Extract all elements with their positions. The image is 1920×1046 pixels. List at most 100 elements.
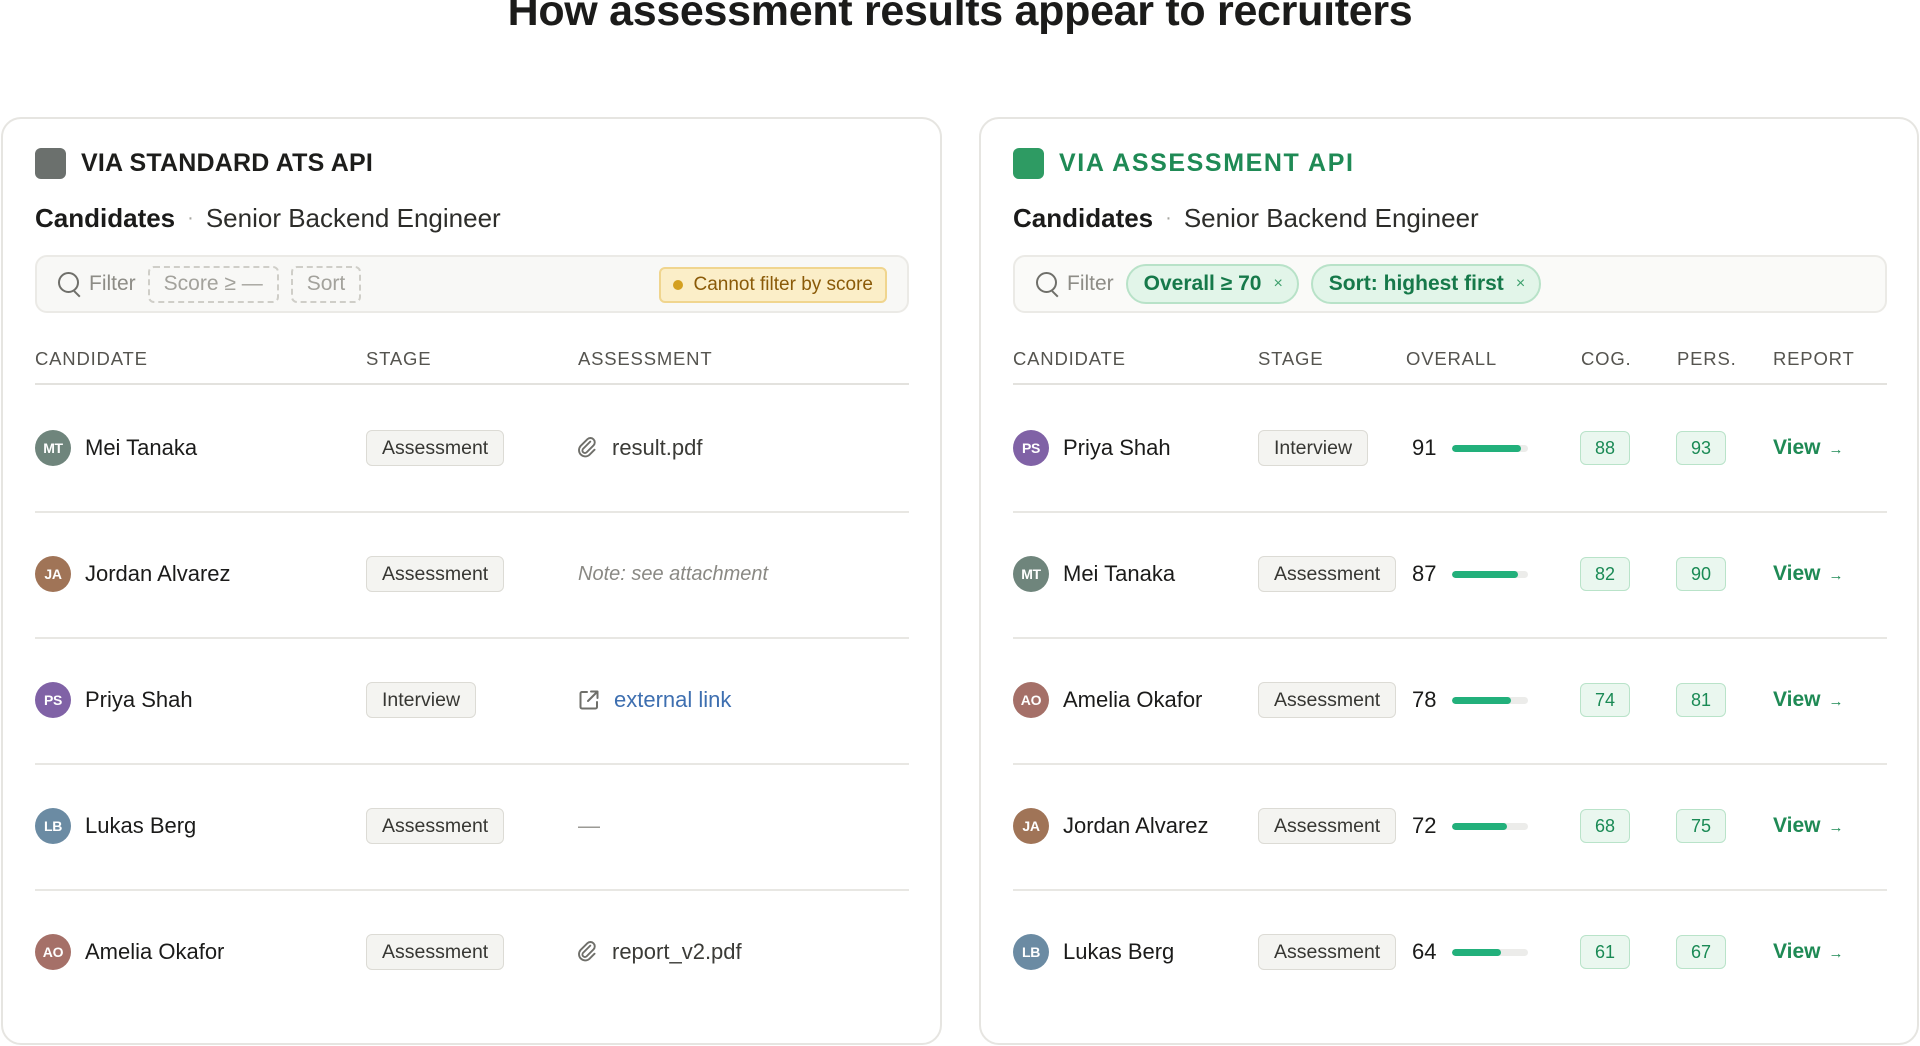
table-row[interactable]: MT Mei Tanaka Assessment 87 82 90 View → — [1013, 511, 1887, 637]
candidate-name[interactable]: Priya Shah — [1063, 435, 1171, 461]
arrow-right-icon: → — [1828, 441, 1844, 458]
candidate-name[interactable]: Jordan Alvarez — [85, 561, 231, 587]
cognitive-score: 68 — [1580, 809, 1630, 843]
candidate-name[interactable]: Lukas Berg — [1063, 939, 1174, 965]
candidate-name[interactable]: Amelia Okafor — [85, 939, 224, 965]
personality-score: 93 — [1676, 431, 1726, 465]
breadcrumb-role: Senior Backend Engineer — [1183, 203, 1479, 233]
stage-badge: Assessment — [366, 934, 505, 970]
view-report-link[interactable]: View → — [1773, 940, 1843, 964]
panel-swatch — [35, 148, 66, 179]
panel-swatch — [1013, 148, 1044, 179]
column-candidate: CANDIDATE — [35, 348, 148, 369]
avatar: LB — [1013, 934, 1049, 970]
filter-bar: Filter Score ≥ — Sort Cannot filter by s… — [35, 255, 909, 313]
overall-score-bar — [1452, 948, 1528, 956]
table-row[interactable]: AO Amelia Okafor Assessment report_v2.pdf — [35, 889, 909, 1015]
assessment-note: Note: see attachment — [578, 562, 769, 585]
stage-badge: Assessment — [1258, 934, 1397, 970]
overall-score: 87 — [1412, 561, 1437, 586]
overall-filter-chip[interactable]: Overall ≥ 70 × — [1125, 264, 1299, 304]
stage-badge: Assessment — [1258, 682, 1397, 718]
view-label: View — [1773, 688, 1821, 711]
paperclip-icon — [578, 437, 596, 458]
avatar: MT — [1013, 556, 1049, 592]
overall-score-fill — [1452, 696, 1512, 704]
paperclip-icon — [578, 941, 596, 962]
cognitive-score: 61 — [1580, 935, 1630, 969]
assessment-api-panel: VIA ASSESSMENT API Candidates · Senior B… — [979, 117, 1919, 1045]
table-header: CANDIDATE STAGE OVERALL COG. PERS. REPOR… — [1013, 348, 1887, 378]
stage-badge: Assessment — [1258, 556, 1397, 592]
view-report-link[interactable]: View → — [1773, 562, 1843, 586]
overall-score-fill — [1452, 948, 1501, 956]
search-icon[interactable] — [57, 271, 83, 297]
view-report-link[interactable]: View → — [1773, 436, 1843, 460]
personality-score: 90 — [1676, 557, 1726, 591]
external-link-icon — [579, 690, 599, 710]
avatar: MT — [35, 430, 71, 466]
candidate-name[interactable]: Mei Tanaka — [85, 435, 197, 461]
warning-dot-icon — [673, 280, 684, 290]
candidate-name[interactable]: Jordan Alvarez — [1063, 813, 1209, 839]
view-report-link[interactable]: View → — [1773, 688, 1843, 712]
panel-header: VIA STANDARD ATS API — [35, 148, 373, 179]
candidate-name[interactable]: Mei Tanaka — [1063, 561, 1175, 587]
table-header: CANDIDATE STAGE ASSESSMENT — [35, 348, 909, 378]
close-icon[interactable]: × — [1516, 275, 1525, 293]
breadcrumb-candidates[interactable]: Candidates — [1013, 203, 1153, 234]
avatar: PS — [1013, 430, 1049, 466]
breadcrumb-separator: · — [187, 207, 194, 229]
filter-input[interactable]: Filter — [1067, 272, 1114, 296]
overall-score: 78 — [1412, 687, 1437, 712]
overall-score-bar — [1452, 696, 1528, 704]
filter-bar: Filter Overall ≥ 70 × Sort: highest firs… — [1013, 255, 1887, 313]
table-row[interactable]: JA Jordan Alvarez Assessment Note: see atta… — [35, 511, 909, 637]
column-assessment: ASSESSMENT — [578, 348, 713, 369]
panel-label: VIA ASSESSMENT API — [1059, 149, 1355, 177]
breadcrumb-candidates[interactable]: Candidates — [35, 203, 175, 234]
candidate-name[interactable]: Lukas Berg — [85, 813, 196, 839]
candidate-name[interactable]: Priya Shah — [85, 687, 193, 713]
overall-score: 91 — [1412, 435, 1437, 460]
sort-chip[interactable]: Sort: highest first × — [1310, 264, 1542, 304]
candidate-name[interactable]: Amelia Okafor — [1063, 687, 1202, 713]
view-label: View — [1773, 814, 1821, 837]
assessment-file-link[interactable]: report_v2.pdf — [612, 939, 742, 965]
arrow-right-icon: → — [1828, 567, 1844, 584]
close-icon[interactable]: × — [1273, 275, 1282, 293]
standard-ats-panel: VIA STANDARD ATS API Candidates · Senior… — [1, 117, 942, 1045]
warning-badge: Cannot filter by score — [659, 267, 887, 303]
view-report-link[interactable]: View → — [1773, 814, 1843, 838]
breadcrumb: Candidates · Senior Backend Engineer — [1013, 203, 1479, 234]
overall-score-fill — [1452, 822, 1507, 830]
table-row[interactable]: PS Priya Shah Interview external link — [35, 637, 909, 763]
cognitive-score: 88 — [1580, 431, 1630, 465]
table-row[interactable]: LB Lukas Berg Assessment 64 61 67 View → — [1013, 889, 1887, 1015]
filter-input[interactable]: Filter — [89, 272, 136, 296]
assessment-file-link[interactable]: result.pdf — [612, 435, 703, 461]
avatar: AO — [35, 934, 71, 970]
view-label: View — [1773, 940, 1821, 963]
avatar: PS — [35, 682, 71, 718]
table-row[interactable]: JA Jordan Alvarez Assessment 72 68 75 View → — [1013, 763, 1887, 889]
column-overall: OVERALL — [1406, 348, 1497, 369]
table-row[interactable]: PS Priya Shah Interview 91 88 93 View → — [1013, 385, 1887, 511]
column-report: REPORT — [1773, 348, 1855, 369]
warning-text: Cannot filter by score — [693, 274, 873, 295]
stage-badge: Assessment — [1258, 808, 1397, 844]
table-row[interactable]: AO Amelia Okafor Assessment 78 74 81 View → — [1013, 637, 1887, 763]
column-stage: STAGE — [1258, 348, 1324, 369]
arrow-right-icon: → — [1828, 945, 1844, 962]
search-icon[interactable] — [1035, 271, 1061, 297]
arrow-right-icon: → — [1828, 819, 1844, 836]
overall-score-bar — [1452, 570, 1528, 578]
table-row[interactable]: LB Lukas Berg Assessment — — [35, 763, 909, 889]
avatar: LB — [35, 808, 71, 844]
cognitive-score: 82 — [1580, 557, 1630, 591]
column-cognitive: COG. — [1581, 348, 1632, 369]
table-row[interactable]: MT Mei Tanaka Assessment result.pdf — [35, 385, 909, 511]
column-personality: PERS. — [1677, 348, 1737, 369]
assessment-external-link[interactable]: external link — [614, 687, 731, 713]
column-stage: STAGE — [366, 348, 432, 369]
